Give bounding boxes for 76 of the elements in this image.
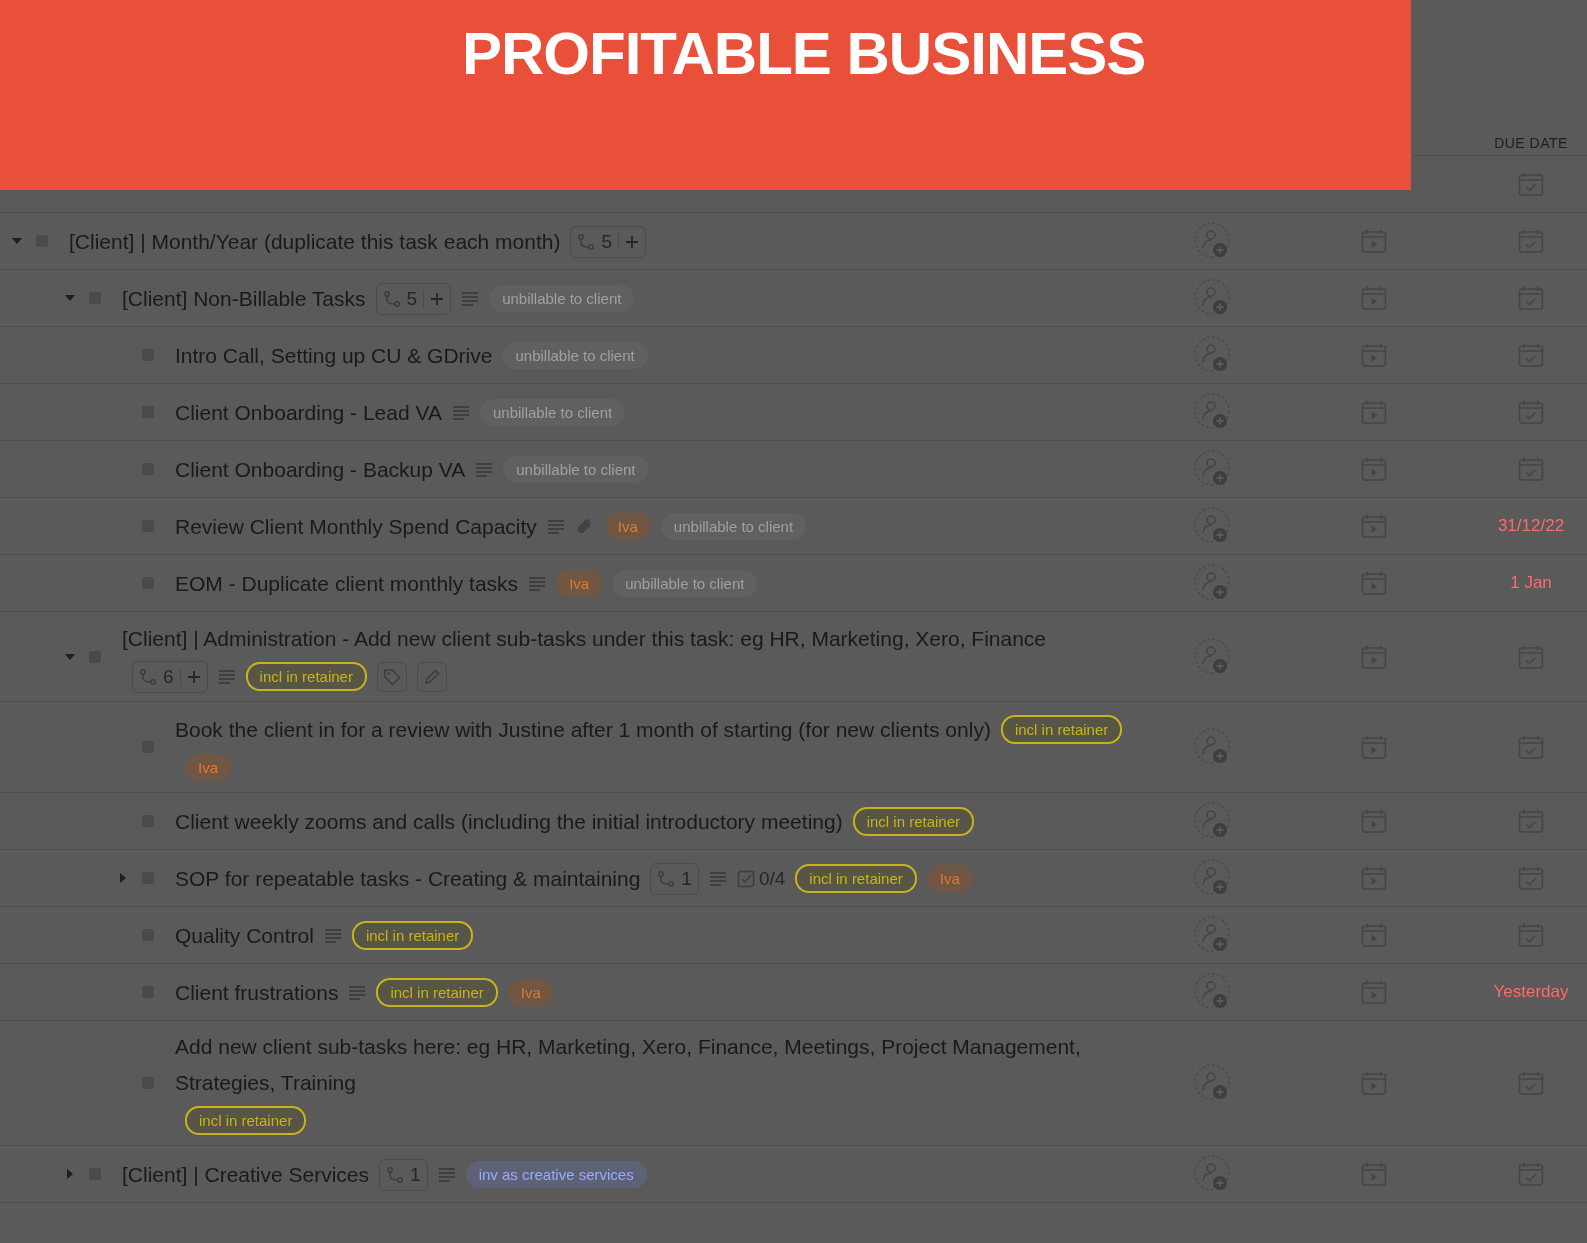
task-name[interactable]: [Client] | Month/Year (duplicate this task each month) [69,223,561,260]
add-assignee-icon[interactable] [1193,449,1233,489]
column-header[interactable]: DUE DATE [1494,135,1568,159]
edit-button[interactable] [416,661,447,692]
description-icon [546,518,565,535]
add-assignee-icon[interactable] [1193,971,1233,1012]
due-date[interactable]: 31/12/22 [1497,513,1565,539]
tag-label[interactable]: Iva [926,865,973,893]
tag-label[interactable]: Iva [507,979,554,1007]
task-name[interactable]: Client Onboarding - Backup VA [175,451,466,488]
add-assignee-icon[interactable] [1193,636,1233,677]
tag-label[interactable]: incl in retainer [376,978,498,1008]
tag-label[interactable]: incl in retainer [795,864,917,894]
task-name[interactable]: Intro Call, Setting up CU & GDrive [175,337,493,374]
task-name[interactable]: [Client] | Administration - Add new client sub-tasks under this task: eg HR, Marketing, Xero, Finance [122,621,1047,658]
description-icon [348,984,367,1001]
tag-label[interactable]: incl in retainer [852,807,975,837]
subtask-icon [577,232,596,251]
description-icon [437,1166,456,1183]
plus-icon[interactable] [186,669,201,684]
due-date[interactable]: 1 Jan [1510,570,1552,596]
subtask-icon [382,289,401,308]
tag-label[interactable]: incl in retainer [185,1105,307,1135]
task-name[interactable]: Quality Control [175,917,314,954]
description-icon [217,668,236,685]
tag-label[interactable]: incl in retainer [351,921,474,951]
task-name[interactable]: [Client] Non-Billable Tasks [122,280,366,317]
tag-label[interactable]: Iva [185,753,231,781]
tag-label[interactable]: unbillable to client [612,570,758,598]
due-date[interactable]: Yesterday [1493,979,1569,1005]
tag-label[interactable]: incl in retainer [245,662,367,692]
add-assignee-icon[interactable] [1193,1153,1233,1194]
add-assignee-icon[interactable] [1193,800,1233,841]
banner-title: PROFITABLE BUSINESS [462,19,1146,89]
task-name[interactable]: Book the client in for a review with Justine after 1 month of starting (for new clients only) [175,711,991,748]
tag-label[interactable]: unbillable to client [660,513,807,541]
task-name[interactable]: Client frustrations [175,974,339,1011]
pencil-icon [422,667,441,686]
tag-label[interactable]: Iva [556,570,603,598]
add-assignee-icon[interactable] [1193,563,1233,603]
add-assignee-icon[interactable] [1193,278,1233,318]
tag-label[interactable]: incl in retainer [1000,715,1123,745]
subtask-icon [386,1165,405,1184]
task-name[interactable]: SOP for repeatable tasks - Creating & maintaining [175,860,641,897]
add-assignee-icon[interactable] [1193,392,1233,432]
checklist-icon [736,869,755,888]
subtask-icon [657,869,676,888]
tag-label[interactable]: unbillable to client [489,285,635,313]
task-name[interactable]: Review Client Monthly Spend Capacity [175,508,537,545]
tag-label[interactable]: unbillable to client [503,456,649,484]
task-name[interactable]: Client weekly zooms and calls (including the initial introductory meeting) [175,803,843,840]
tag-label[interactable]: unbillable to client [502,342,648,370]
plus-icon[interactable] [430,291,445,306]
tag-label[interactable]: Iva [604,513,651,541]
task-name[interactable]: Client Onboarding - Lead VA [175,394,442,431]
tag-button[interactable] [376,661,407,692]
add-assignee-icon[interactable] [1193,335,1233,375]
add-assignee-icon[interactable] [1193,1062,1233,1103]
plus-icon[interactable] [625,234,639,249]
task-name[interactable]: [Client] | Creative Services [122,1156,370,1193]
description-icon [475,461,494,478]
description-icon [461,290,480,307]
task-name[interactable]: EOM - Duplicate client monthly tasks [175,565,519,602]
add-assignee-icon[interactable] [1193,914,1233,955]
description-icon [708,870,727,887]
task-name[interactable]: Add new client sub-tasks here: eg HR, Marketing, Xero, Finance, Meetings, Project Management, Strategies, Training [175,1028,1127,1101]
add-assignee-icon[interactable] [1193,221,1233,261]
subtask-icon [139,667,157,686]
add-assignee-icon[interactable] [1193,506,1233,546]
tag-label[interactable]: unbillable to client [479,399,626,427]
add-assignee-icon[interactable] [1193,857,1233,898]
description-icon [451,404,470,421]
description-icon [323,927,342,944]
tag-label[interactable]: inv as creative services [465,1161,647,1189]
description-icon [528,575,547,592]
tag-icon [382,667,401,686]
